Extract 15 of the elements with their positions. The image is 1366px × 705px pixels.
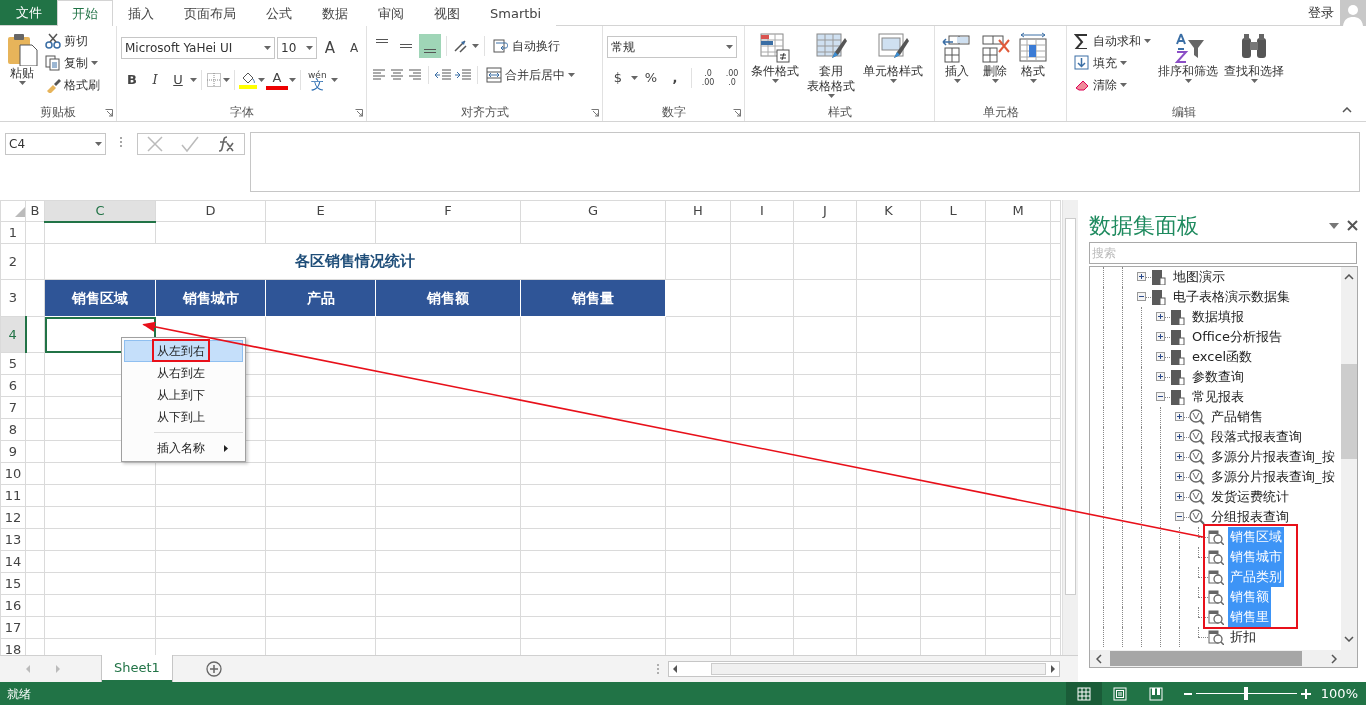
group-label: 对齐方式 xyxy=(459,104,510,121)
report-title: 各区销售情况统计 xyxy=(44,243,666,280)
group-label: 样式 xyxy=(826,104,853,121)
status-text: 就绪 xyxy=(7,685,31,703)
table-header-cell: 销售额 xyxy=(375,279,521,317)
table-header-cell: 产品 xyxy=(265,279,376,317)
table-header-cell: 销售城市 xyxy=(155,279,266,317)
group-label: 字体 xyxy=(228,104,255,121)
group-label: 单元格 xyxy=(981,104,1020,121)
group-label: 剪贴板 xyxy=(39,104,77,121)
group-label: 数字 xyxy=(660,104,687,121)
group-label: 编辑 xyxy=(1170,104,1197,121)
table-header-cell: 销售量 xyxy=(520,279,666,317)
table-header-cell: 销售区域 xyxy=(44,279,156,317)
panel-title: 数据集面板 xyxy=(1089,212,1199,240)
